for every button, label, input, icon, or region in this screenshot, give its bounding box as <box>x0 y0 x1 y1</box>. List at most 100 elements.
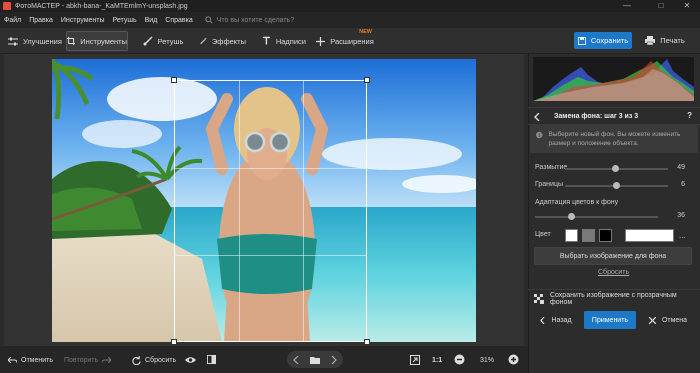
undo-icon <box>8 356 17 364</box>
blur-value: 49 <box>677 164 685 171</box>
tab-tools-label: Инструменты <box>80 36 127 46</box>
transparent-image-icon <box>534 293 544 304</box>
step-header: Замена фона: шаг 3 из 3 ? <box>528 107 700 125</box>
tab-retouch-label: Ретушь <box>157 36 184 46</box>
tab-tools[interactable]: Инструменты <box>66 31 128 51</box>
cancel-label: Отмена <box>661 316 688 324</box>
crop-handle-bottom-right[interactable] <box>364 339 370 345</box>
tab-extensions[interactable]: Расширения NEW <box>316 29 374 51</box>
adapt-slider-thumb[interactable] <box>568 213 576 220</box>
blur-slider-row: Размытие 49 <box>535 164 685 174</box>
menu-file[interactable]: Файл <box>4 17 21 24</box>
zoom-out-icon[interactable] <box>454 354 465 365</box>
menu-view[interactable]: Вид <box>145 17 158 24</box>
magic-wand-icon <box>200 37 207 45</box>
tab-enhancements[interactable]: Улучшения <box>6 31 64 51</box>
search-placeholder: Что вы хотите сделать? <box>216 16 295 24</box>
print-button[interactable]: Печать <box>637 32 693 49</box>
back-chevron-icon[interactable] <box>534 113 540 121</box>
text-icon <box>262 36 270 45</box>
cancel-button[interactable]: Отмена <box>640 311 696 329</box>
print-button-label: Печать <box>660 36 685 45</box>
redo-label: Повторить <box>64 356 99 364</box>
crop-grid-line <box>239 81 240 341</box>
footer-buttons: Назад Применить Отмена <box>528 311 700 329</box>
image-navigation <box>287 351 343 368</box>
step-title: Замена фона: шаг 3 из 3 <box>554 112 639 120</box>
back-label: Назад <box>551 316 572 324</box>
adapt-slider[interactable] <box>535 216 658 218</box>
redo-button[interactable]: Повторить <box>64 352 115 368</box>
tab-effects-label: Эффекты <box>211 36 246 46</box>
borders-slider-row: Границы 6 <box>535 181 685 191</box>
close-icon <box>648 316 656 324</box>
plus-icon <box>316 36 326 46</box>
crop-handle-top-right[interactable] <box>364 77 370 83</box>
tab-enhancements-label: Улучшения <box>23 36 62 46</box>
tab-extensions-label: Расширения <box>330 36 374 46</box>
sliders-icon <box>8 37 19 45</box>
search-input[interactable]: Что вы хотите сделать? <box>205 16 294 24</box>
save-button[interactable]: Сохранить <box>574 32 632 49</box>
back-icon <box>540 316 545 324</box>
tab-retouch[interactable]: Ретушь <box>140 31 186 51</box>
choose-background-label: Выбрать изображение для фона <box>559 252 667 260</box>
color-swatch-black[interactable] <box>599 229 612 242</box>
crop-frame[interactable] <box>171 77 370 345</box>
info-box: Выберите новый фон. Вы можете изменить р… <box>530 125 698 153</box>
menu-tools[interactable]: Инструменты <box>61 17 105 24</box>
save-transparent-button[interactable]: Сохранить изображение с прозрачным фоном <box>528 289 700 307</box>
crop-handle-bottom-left[interactable] <box>171 339 177 345</box>
chevron-right-icon[interactable] <box>331 355 338 364</box>
borders-slider-thumb[interactable] <box>613 182 620 189</box>
apply-button[interactable]: Применить <box>584 311 636 329</box>
compare-icon[interactable] <box>207 355 216 364</box>
crop-grid-line <box>303 81 304 341</box>
custom-color-field[interactable] <box>625 229 674 242</box>
tab-effects[interactable]: Эффекты <box>200 31 246 51</box>
folder-icon[interactable] <box>309 356 320 364</box>
reset-button[interactable]: Сбросить <box>132 352 176 368</box>
choose-background-button[interactable]: Выбрать изображение для фона <box>534 247 692 265</box>
histogram-graph <box>533 59 694 101</box>
adapt-label: Адаптация цветов к фону <box>535 199 619 206</box>
menu-retouch[interactable]: Ретушь <box>113 17 137 24</box>
new-badge: NEW <box>359 29 372 35</box>
minimize-button[interactable]: — <box>616 0 638 12</box>
info-icon <box>536 131 543 139</box>
blur-slider-thumb[interactable] <box>611 165 619 172</box>
printer-icon <box>645 36 656 45</box>
redo-icon <box>102 356 112 364</box>
menu-edit[interactable]: Правка <box>29 17 53 24</box>
crop-grid-line <box>175 168 366 169</box>
help-icon[interactable]: ? <box>687 111 692 120</box>
tab-text[interactable]: Надписи <box>262 31 306 51</box>
crop-handle-top-left[interactable] <box>171 77 177 83</box>
crop-grid-line <box>175 255 366 256</box>
save-transparent-label: Сохранить изображение с прозрачным фоном <box>549 291 677 306</box>
tab-text-label: Надписи <box>275 36 306 46</box>
zoom-1-1-button[interactable]: 1:1 <box>432 352 442 368</box>
eye-icon[interactable] <box>185 356 196 364</box>
chevron-left-icon[interactable] <box>292 355 299 364</box>
back-button[interactable]: Назад <box>530 311 582 329</box>
window-title: ФотоМАСТЕР - abkh-bana-_KaMTEmlmY-unspla… <box>15 2 188 10</box>
zoom-in-icon[interactable] <box>508 354 519 365</box>
color-swatch-gray[interactable] <box>582 229 595 242</box>
crop-icon <box>67 36 76 46</box>
maximize-button[interactable]: □ <box>650 0 672 12</box>
undo-button[interactable]: Отменить <box>8 352 53 368</box>
brush-icon <box>143 36 153 46</box>
floppy-disk-icon <box>577 36 586 45</box>
apply-label: Применить <box>591 316 629 324</box>
menu-help[interactable]: Справка <box>165 17 192 24</box>
color-swatch-white[interactable] <box>565 229 578 242</box>
reset-icon <box>132 355 141 365</box>
borders-value: 6 <box>681 181 685 188</box>
fit-screen-icon[interactable] <box>410 355 420 365</box>
menu-bar: Файл Правка Инструменты Ретушь Вид Справ… <box>0 12 700 28</box>
more-colors-button[interactable]: ... <box>679 231 686 240</box>
close-button[interactable]: ✕ <box>676 0 698 12</box>
search-icon <box>205 16 213 24</box>
reset-link[interactable]: Сбросить <box>598 269 629 276</box>
